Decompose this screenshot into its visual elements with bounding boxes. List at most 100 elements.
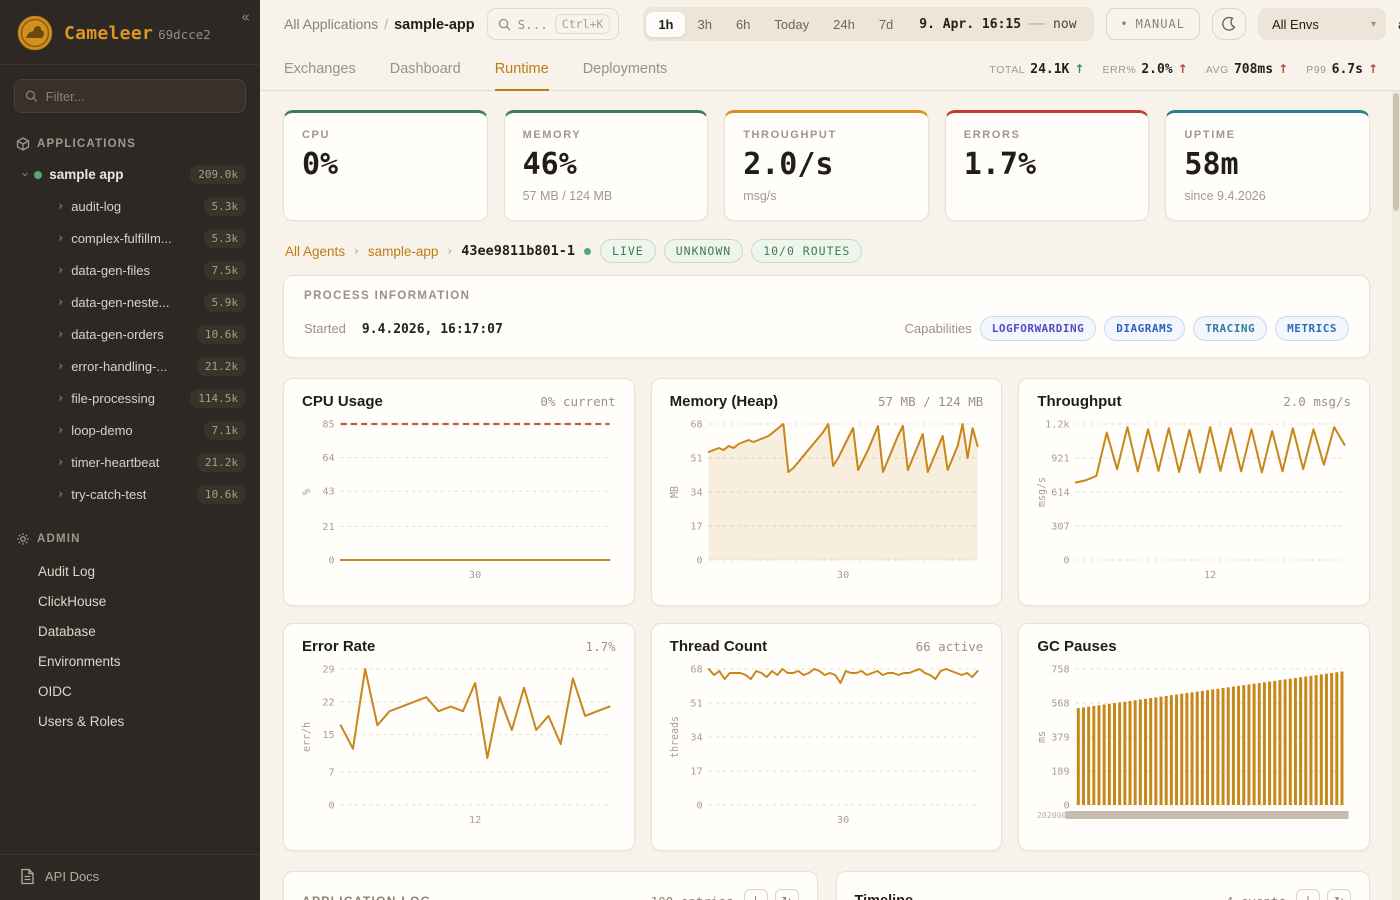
- app-version: 69dcce2: [158, 27, 211, 42]
- application-log-header: APPLICATION LOG 100 entries ↓ ↻: [302, 889, 799, 900]
- range-button-today[interactable]: Today: [762, 12, 821, 37]
- range-button-1h[interactable]: 1h: [646, 12, 685, 37]
- svg-text:189: 189: [1052, 767, 1070, 778]
- sidebar-route-error-handling-[interactable]: ›error-handling-...21.2k: [0, 350, 260, 382]
- svg-text:43: 43: [322, 487, 334, 498]
- breadcrumb-current: sample-app: [394, 17, 475, 33]
- chart-header: Throughput2.0 msg/s: [1035, 393, 1351, 410]
- route-label: file-processing: [71, 391, 182, 406]
- metric-card-errors: ERRORS1.7%: [945, 110, 1150, 221]
- route-count: 7.1k: [204, 421, 247, 440]
- refresh-log-button[interactable]: ↻: [775, 889, 799, 900]
- refresh-icon: ↻: [1334, 894, 1344, 900]
- sidebar-route-complex-fulfillm[interactable]: ›complex-fulfillm...5.3k: [0, 222, 260, 254]
- scrollbar[interactable]: [1392, 91, 1400, 900]
- admin-item-clickhouse[interactable]: ClickHouse: [0, 586, 260, 616]
- filter-input[interactable]: [46, 89, 235, 104]
- chart-title: CPU Usage: [302, 393, 383, 410]
- topbar: All Applications/sample-app S... Ctrl+K …: [260, 0, 1400, 48]
- sidebar-route-data-gen-neste[interactable]: ›data-gen-neste...5.9k: [0, 286, 260, 318]
- sidebar-route-try-catch-test[interactable]: ›try-catch-test10.6k: [0, 478, 260, 510]
- route-label: data-gen-orders: [71, 327, 189, 342]
- timeline-card: Timeline 4 events ↓ ↻: [836, 871, 1371, 900]
- svg-text:379: 379: [1052, 733, 1070, 744]
- sidebar-route-data-gen-files[interactable]: ›data-gen-files7.5k: [0, 254, 260, 286]
- bottom-row: APPLICATION LOG 100 entries ↓ ↻ Timeline…: [283, 871, 1370, 900]
- theme-toggle-button[interactable]: [1212, 8, 1246, 40]
- chart-current-value: 2.0 msg/s: [1283, 394, 1351, 409]
- range-button-3h[interactable]: 3h: [685, 12, 723, 37]
- metric-sub: since 9.4.2026: [1184, 189, 1351, 203]
- svg-text:ms: ms: [1037, 731, 1048, 743]
- admin-item-environments[interactable]: Environments: [0, 646, 260, 676]
- metric-value: 58m: [1184, 150, 1351, 180]
- filter-wrap: [0, 65, 260, 119]
- chart-title: Memory (Heap): [670, 393, 778, 410]
- sidebar-header: Cameleer69dcce2 «: [0, 0, 260, 65]
- admin-item-users-roles[interactable]: Users & Roles: [0, 706, 260, 736]
- stat-err: ERR%2.0%↑: [1102, 62, 1187, 77]
- range-button-24h[interactable]: 24h: [821, 12, 867, 37]
- manual-dot-icon: •: [1121, 17, 1129, 31]
- env-select[interactable]: All Envs ▾: [1258, 8, 1386, 40]
- svg-text:MB: MB: [670, 486, 681, 498]
- trend-up-icon: ↑: [1178, 62, 1188, 76]
- range-buttons: 1h3h6hToday24h7d: [646, 12, 905, 37]
- tab-runtime[interactable]: Runtime: [495, 48, 549, 91]
- timeline-actions: 4 events ↓ ↻: [1226, 889, 1351, 900]
- svg-text:68: 68: [690, 420, 702, 431]
- sidebar-route-file-processing[interactable]: ›file-processing114.5k: [0, 382, 260, 414]
- svg-text:64: 64: [322, 453, 334, 464]
- refresh-timeline-button[interactable]: ↻: [1327, 889, 1351, 900]
- route-label: loop-demo: [71, 423, 195, 438]
- all-agents-link[interactable]: All Agents: [285, 244, 345, 259]
- admin-item-database[interactable]: Database: [0, 616, 260, 646]
- sidebar-route-loop-demo[interactable]: ›loop-demo7.1k: [0, 414, 260, 446]
- breadcrumb-root[interactable]: All Applications: [284, 16, 378, 32]
- chart-plot-area: 021436485%30: [300, 414, 616, 597]
- thread-count-chart: 017345168threads30: [668, 659, 984, 831]
- filter-box[interactable]: [14, 79, 246, 113]
- tab-exchanges[interactable]: Exchanges: [284, 48, 356, 91]
- trend-up-icon: ↑: [1074, 62, 1084, 76]
- stat-total: TOTAL24.1K↑: [989, 62, 1084, 77]
- sidebar-route-timer-heartbeat[interactable]: ›timer-heartbeat21.2k: [0, 446, 260, 478]
- chart-header: Memory (Heap)57 MB / 124 MB: [668, 393, 984, 410]
- svg-text:msg/s: msg/s: [1037, 477, 1048, 507]
- time-range-display[interactable]: 9. Apr. 16:15 — now: [905, 15, 1090, 33]
- global-search[interactable]: S... Ctrl+K: [487, 8, 620, 40]
- route-label: try-catch-test: [71, 487, 189, 502]
- route-count: 10.6k: [197, 325, 246, 344]
- chart-header: Error Rate1.7%: [300, 638, 616, 655]
- admin-item-oidc[interactable]: OIDC: [0, 676, 260, 706]
- chart-card-throughput: Throughput2.0 msg/s03076149211.2kmsg/s12: [1018, 378, 1370, 606]
- route-count: 5.3k: [204, 197, 247, 216]
- svg-text:30: 30: [837, 570, 849, 581]
- svg-text:12: 12: [469, 815, 481, 826]
- svg-text:307: 307: [1052, 522, 1070, 533]
- sidebar-item-sample-app[interactable]: › sample app 209.0k: [0, 159, 260, 190]
- chart-plot-area: 07152229err/h12: [300, 659, 616, 842]
- sample-app-link[interactable]: sample-app: [368, 244, 439, 259]
- manual-refresh-button[interactable]: • MANUAL: [1106, 8, 1200, 40]
- admin-item-audit-log[interactable]: Audit Log: [0, 556, 260, 586]
- trend-up-icon: ↑: [1278, 62, 1288, 76]
- api-docs-link[interactable]: API Docs: [0, 854, 260, 900]
- metric-value: 0%: [302, 150, 469, 180]
- download-timeline-button[interactable]: ↓: [1296, 889, 1320, 900]
- sidebar-route-audit-log[interactable]: ›audit-log5.3k: [0, 190, 260, 222]
- download-log-button[interactable]: ↓: [744, 889, 768, 900]
- scrollbar-thumb[interactable]: [1393, 93, 1399, 211]
- tab-deployments[interactable]: Deployments: [583, 48, 668, 91]
- range-button-6h[interactable]: 6h: [724, 12, 762, 37]
- metric-card-uptime: UPTIME58msince 9.4.2026: [1165, 110, 1370, 221]
- stats-summary: TOTAL24.1K↑ERR%2.0%↑AVG708ms↑P996.7s↑: [989, 48, 1378, 90]
- range-button-7d[interactable]: 7d: [867, 12, 905, 37]
- capabilities-label: Capabilities: [905, 321, 972, 336]
- sidebar-route-data-gen-orders[interactable]: ›data-gen-orders10.6k: [0, 318, 260, 350]
- tab-dashboard[interactable]: Dashboard: [390, 48, 461, 91]
- sidebar-collapse-icon[interactable]: «: [241, 8, 250, 26]
- main-area: All Applications/sample-app S... Ctrl+K …: [260, 0, 1400, 900]
- stat-value: 6.7s: [1332, 62, 1363, 77]
- download-icon: ↓: [750, 894, 760, 900]
